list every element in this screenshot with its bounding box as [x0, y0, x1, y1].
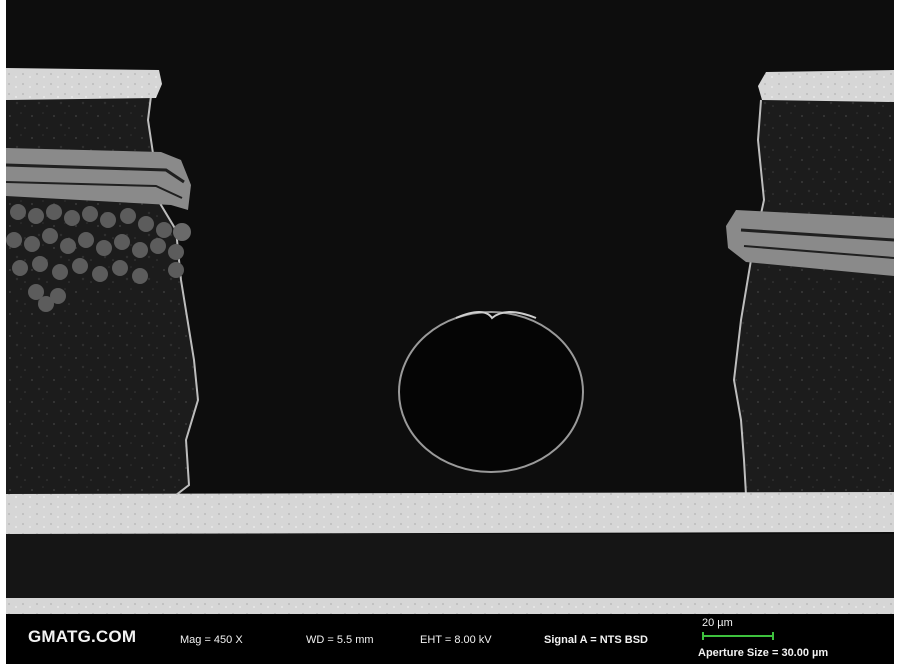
- bottom-plating-layer: [6, 492, 894, 534]
- scale-bar-label: 20 µm: [702, 617, 733, 629]
- bottom-resin-band: [6, 534, 894, 598]
- scale-bar: [702, 632, 774, 640]
- magnification-readout: Mag = 450 X: [180, 634, 243, 646]
- bottom-border-strip: [0, 664, 902, 670]
- signal-readout: Signal A = NTS BSD: [544, 634, 649, 646]
- eht-voltage-readout: EHT = 8.00 kV: [420, 634, 492, 646]
- sem-info-bar: GMATG.COM Mag = 450 X WD = 5.5 mm EHT = …: [6, 614, 894, 664]
- company-logo: GMATG.COM: [28, 627, 137, 646]
- sem-image-viewport: [6, 0, 894, 614]
- sem-cross-section-image: [6, 0, 894, 614]
- top-right-copper-pad: [758, 70, 894, 102]
- working-distance-readout: WD = 5.5 mm: [306, 634, 374, 646]
- aperture-size-readout: Aperture Size = 30.00 µm: [698, 647, 829, 659]
- central-void: [398, 311, 584, 473]
- top-left-copper-pad: [6, 68, 162, 100]
- bottom-copper-foil: [6, 598, 894, 614]
